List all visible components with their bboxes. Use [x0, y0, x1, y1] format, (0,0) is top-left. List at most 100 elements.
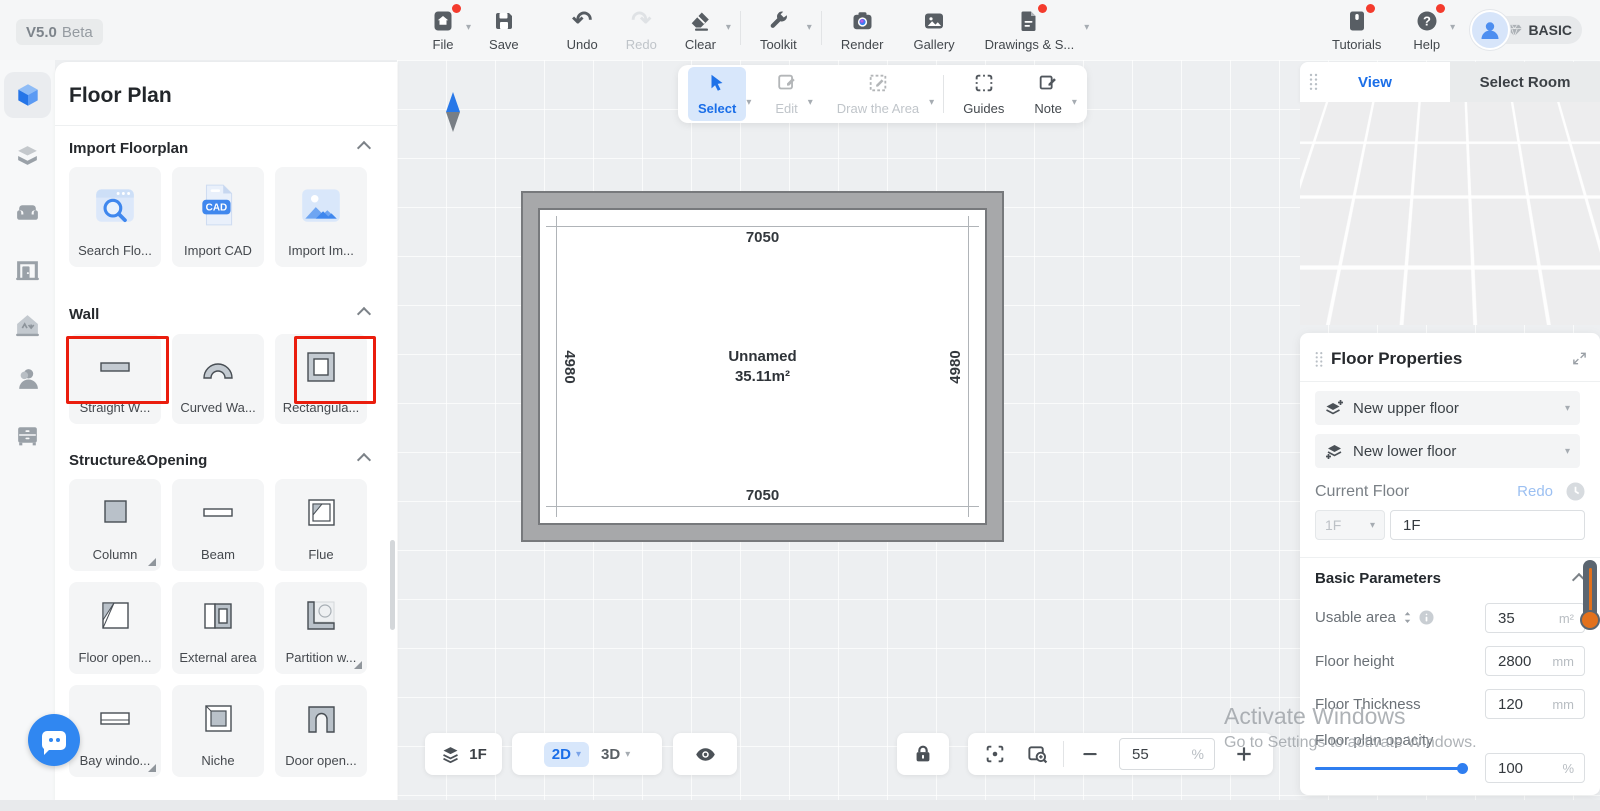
floorplan-room-interior[interactable]: 7050 7050 4980 4980 Unnamed 35.11m²: [538, 208, 987, 525]
drawings-dropdown-caret[interactable]: ▾: [1084, 22, 1089, 33]
drag-handle-icon[interactable]: [1314, 351, 1324, 368]
file-dropdown-caret[interactable]: ▾: [466, 22, 471, 33]
card-beam[interactable]: Beam: [172, 479, 264, 571]
sort-arrows-icon[interactable]: [1402, 610, 1413, 625]
mode-2d-button[interactable]: 2D ▾: [544, 742, 589, 767]
opacity-field[interactable]: %: [1485, 753, 1585, 783]
save-button[interactable]: Save: [479, 6, 529, 54]
section-import-floorplan[interactable]: Import Floorplan: [69, 140, 369, 157]
drag-handle-icon[interactable]: [1308, 73, 1319, 91]
floor-switcher-pill[interactable]: 1F: [425, 733, 502, 775]
fit-view-button[interactable]: [978, 737, 1012, 771]
drawings-schemes-button[interactable]: Drawings & S...: [975, 6, 1085, 54]
note-dropdown-caret[interactable]: ▾: [1072, 97, 1077, 108]
card-search-floorplan[interactable]: Search Flo...: [69, 167, 161, 267]
rail-item-storage-furniture[interactable]: [4, 412, 51, 458]
upper-floor-caret[interactable]: ▾: [1565, 403, 1570, 414]
collapse-chevron-icon[interactable]: [357, 453, 371, 467]
toolkit-button[interactable]: Toolkit: [750, 6, 807, 54]
render-button[interactable]: Render: [831, 6, 894, 54]
card-curved-wall[interactable]: Curved Wa...: [172, 334, 264, 424]
collapse-chevron-icon[interactable]: [357, 307, 371, 321]
expand-panel-icon[interactable]: [1572, 351, 1587, 366]
zoom-in-button[interactable]: [1227, 737, 1261, 771]
avatar[interactable]: [1470, 10, 1510, 50]
rail-item-ai-design[interactable]: [4, 302, 51, 348]
zoom-level-field[interactable]: %: [1119, 738, 1215, 770]
rail-item-furnishings[interactable]: [4, 190, 51, 236]
edit-tool-button[interactable]: Edit: [765, 67, 807, 121]
usable-area-field[interactable]: m²: [1485, 603, 1585, 633]
floor-height-input[interactable]: [1496, 652, 1550, 671]
zoom-level-input[interactable]: [1130, 745, 1164, 764]
collapse-chevron-icon[interactable]: [357, 141, 371, 155]
zoom-to-area-button[interactable]: [1020, 737, 1054, 771]
note-button[interactable]: Note: [1024, 67, 1071, 121]
card-niche[interactable]: Niche: [172, 685, 264, 777]
floor-name-field[interactable]: [1390, 510, 1585, 540]
help-button[interactable]: ? Help: [1403, 6, 1450, 54]
select-tool-button[interactable]: Select: [688, 67, 746, 121]
floor-name-input[interactable]: [1401, 516, 1455, 535]
card-column[interactable]: Column: [69, 479, 161, 571]
card-flue[interactable]: Flue: [275, 479, 367, 571]
edit-dropdown-caret[interactable]: ▾: [808, 97, 813, 108]
card-import-image[interactable]: Import Im...: [275, 167, 367, 267]
new-upper-floor-button[interactable]: New upper floor ▾: [1315, 391, 1580, 425]
section-structure-opening[interactable]: Structure&Opening: [69, 452, 369, 469]
card-bay-window[interactable]: Bay windo...: [69, 685, 161, 777]
redo-link[interactable]: Redo: [1517, 483, 1553, 500]
new-lower-floor-button[interactable]: New lower floor ▾: [1315, 434, 1580, 468]
card-straight-wall[interactable]: Straight W...: [69, 334, 161, 424]
card-door-opening[interactable]: Door open...: [275, 685, 367, 777]
zoom-out-button[interactable]: [1073, 737, 1107, 771]
card-import-cad[interactable]: CAD Import CAD: [172, 167, 264, 267]
toolkit-dropdown-caret[interactable]: ▾: [807, 22, 812, 33]
support-chat-button[interactable]: [28, 714, 80, 766]
section-wall[interactable]: Wall: [69, 306, 369, 323]
card-rectangular-wall[interactable]: Rectangula...: [275, 334, 367, 424]
tab-select-room[interactable]: Select Room: [1450, 62, 1600, 102]
rail-item-doors-windows[interactable]: [4, 246, 51, 292]
preview-resize-handle[interactable]: [1306, 301, 1324, 319]
gallery-button[interactable]: Gallery: [903, 6, 964, 54]
history-clock-icon[interactable]: [1566, 482, 1585, 501]
rail-item-floors[interactable]: [4, 132, 51, 178]
floor-thickness-input[interactable]: [1496, 695, 1550, 714]
floor-select[interactable]: 1F ▾: [1315, 510, 1385, 540]
card-external-area[interactable]: External area: [172, 582, 264, 674]
floor-height-field[interactable]: mm: [1485, 646, 1585, 676]
help-dropdown-caret[interactable]: ▾: [1450, 22, 1455, 33]
guides-button[interactable]: Guides: [953, 67, 1014, 121]
floorplan-room[interactable]: 7050 7050 4980 4980 Unnamed 35.11m²: [521, 191, 1004, 542]
select-dropdown-caret[interactable]: ▾: [746, 97, 751, 108]
floor-thickness-field[interactable]: mm: [1485, 689, 1585, 719]
info-icon[interactable]: [1419, 610, 1434, 625]
undo-button[interactable]: ↶ Undo: [557, 6, 608, 54]
panel-scrollbar[interactable]: [390, 540, 395, 630]
draw-area-button[interactable]: Draw the Area: [827, 67, 929, 121]
draw-area-dropdown-caret[interactable]: ▾: [929, 97, 934, 108]
card-partition-wall[interactable]: Partition w...: [275, 582, 367, 674]
rail-item-floor-plan[interactable]: [4, 72, 51, 118]
clear-dropdown-caret[interactable]: ▾: [726, 22, 731, 33]
visibility-pill[interactable]: [673, 733, 737, 775]
tutorials-button[interactable]: Tutorials: [1322, 6, 1391, 54]
tab-view[interactable]: View: [1300, 62, 1450, 102]
north-compass-icon[interactable]: [444, 92, 462, 132]
opacity-slider-knob[interactable]: [1457, 763, 1468, 774]
card-floor-opening[interactable]: Floor open...: [69, 582, 161, 674]
rail-item-profile[interactable]: [4, 356, 51, 402]
lock-pill[interactable]: [897, 733, 949, 775]
view-3d-preview[interactable]: [1300, 102, 1600, 325]
file-button[interactable]: File: [420, 6, 466, 54]
mode-3d-button[interactable]: 3D ▾: [601, 746, 630, 763]
room-label[interactable]: Unnamed 35.11m²: [728, 347, 796, 387]
usable-area-input[interactable]: [1496, 609, 1550, 628]
opacity-slider[interactable]: [1315, 767, 1463, 770]
lower-floor-caret[interactable]: ▾: [1565, 446, 1570, 457]
scroll-thermometer-widget[interactable]: [1583, 560, 1597, 624]
redo-button[interactable]: ↷ Redo: [616, 6, 667, 54]
clear-button[interactable]: Clear: [675, 6, 726, 54]
opacity-input[interactable]: [1496, 759, 1550, 778]
